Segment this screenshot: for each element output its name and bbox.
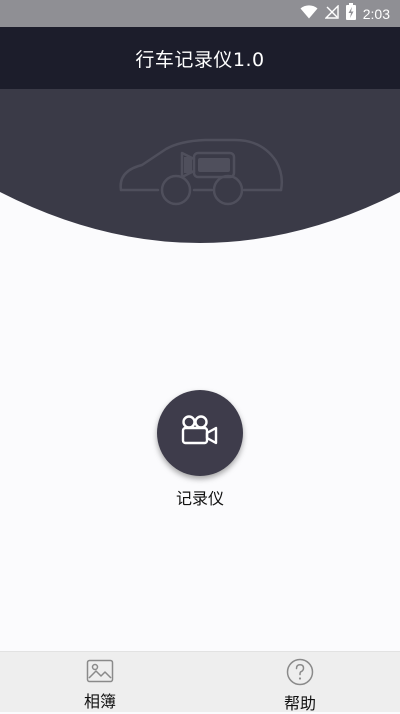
image-icon	[86, 658, 114, 684]
record-section: 记录仪	[155, 390, 245, 509]
bottom-nav: 相簿 帮助	[0, 651, 400, 713]
video-camera-icon	[180, 415, 220, 451]
status-time: 2:03	[362, 5, 390, 22]
wifi-icon	[300, 4, 318, 23]
nav-item-album[interactable]: 相簿	[0, 652, 200, 712]
record-button[interactable]	[157, 390, 243, 476]
record-button-label: 记录仪	[175, 489, 224, 508]
battery-charging-icon	[345, 3, 356, 24]
hero-banner	[0, 89, 400, 244]
help-circle-icon	[286, 658, 314, 686]
nav-item-help[interactable]: 帮助	[200, 652, 400, 713]
nav-item-help-label: 帮助	[283, 694, 316, 713]
app-bar: 行车记录仪1.0	[0, 27, 400, 89]
page-title: 行车记录仪1.0	[135, 48, 265, 71]
status-bar: 2:03	[0, 0, 400, 27]
status-icons: 2:03	[300, 3, 390, 24]
no-signal-icon	[324, 4, 339, 23]
nav-item-album-label: 相簿	[83, 692, 116, 711]
